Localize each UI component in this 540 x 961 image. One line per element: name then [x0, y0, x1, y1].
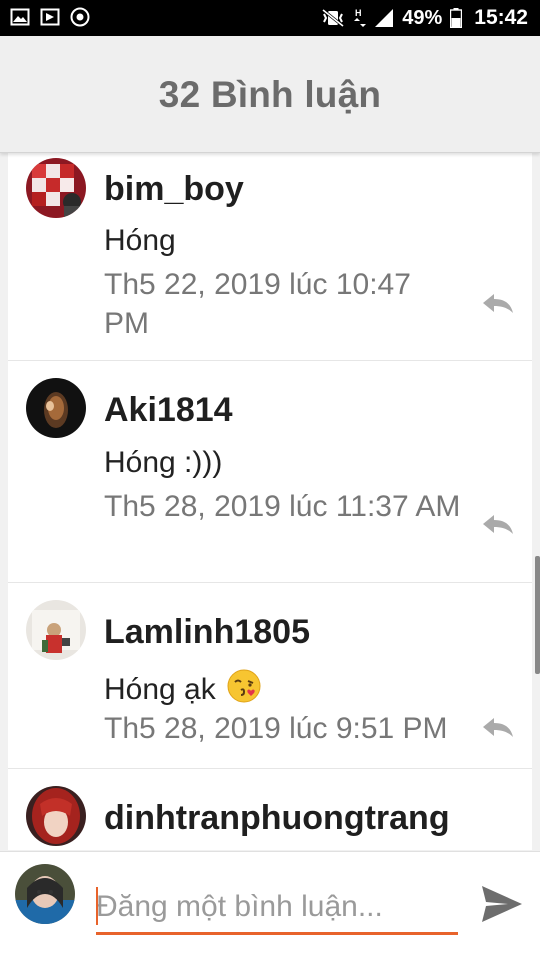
comment-item: bim_boy Hóng Th5 22, 2019 lúc 10:47 PM	[8, 153, 532, 361]
send-icon[interactable]	[478, 880, 526, 928]
comment-text-value: Hóng :)))	[104, 446, 223, 479]
comment-text-value: Hóng	[104, 224, 176, 257]
comment-list[interactable]: bim_boy Hóng Th5 22, 2019 lúc 10:47 PM A…	[8, 153, 532, 850]
svg-text:H: H	[355, 8, 362, 18]
browser-icon	[70, 7, 90, 27]
reply-icon[interactable]	[480, 291, 516, 315]
comment-text: Hóng	[104, 224, 176, 258]
avatar[interactable]	[26, 378, 86, 438]
comment-item: Aki1814 Hóng :))) Th5 28, 2019 lúc 11:37…	[8, 360, 532, 583]
comment-item: Lamlinh1805 Hóng ạk Th5 28, 2019 lúc 9:5…	[8, 582, 532, 769]
comment-timestamp: Th5 22, 2019 lúc 10:47 PM	[104, 268, 411, 340]
data-transfer-icon: H	[354, 7, 367, 29]
comment-author[interactable]: Aki1814	[104, 391, 233, 430]
reply-icon[interactable]	[480, 715, 516, 739]
battery-percent: 49%	[402, 6, 443, 29]
comment-author[interactable]: dinhtranphuongtrang	[104, 799, 450, 838]
kissing-face-emoji	[226, 668, 262, 712]
comment-timestamp: Th5 28, 2019 lúc 11:37 AM	[104, 490, 461, 523]
signal-icon	[374, 8, 394, 28]
reply-icon[interactable]	[480, 512, 516, 536]
comment-input[interactable]	[96, 882, 458, 935]
page-title: 32 Bình luận	[158, 74, 382, 115]
app-header: 32 Bình luận	[0, 36, 540, 153]
comment-text-value: Hóng ạk	[104, 673, 216, 706]
avatar[interactable]	[26, 600, 86, 660]
gallery-icon	[10, 7, 30, 27]
text-cursor	[96, 887, 98, 925]
comment-author[interactable]: bim_boy	[104, 170, 244, 209]
current-user-avatar[interactable]	[15, 864, 75, 924]
vibrate-mute-icon	[320, 8, 346, 28]
comment-text: Hóng ạk	[104, 668, 262, 712]
comment-item: dinhtranphuongtrang	[8, 768, 532, 850]
status-bar: H 49% 15:42	[0, 0, 540, 36]
comment-composer	[0, 851, 540, 961]
scrollbar[interactable]	[535, 556, 540, 674]
avatar[interactable]	[26, 786, 86, 846]
comment-author[interactable]: Lamlinh1805	[104, 613, 310, 652]
comment-timestamp: Th5 28, 2019 lúc 9:51 PM	[104, 712, 448, 745]
comment-text: Hóng :)))	[104, 446, 222, 480]
clock: 15:42	[474, 6, 528, 29]
avatar[interactable]	[26, 158, 86, 218]
app-notification-icon	[40, 7, 60, 27]
battery-icon	[450, 8, 463, 28]
